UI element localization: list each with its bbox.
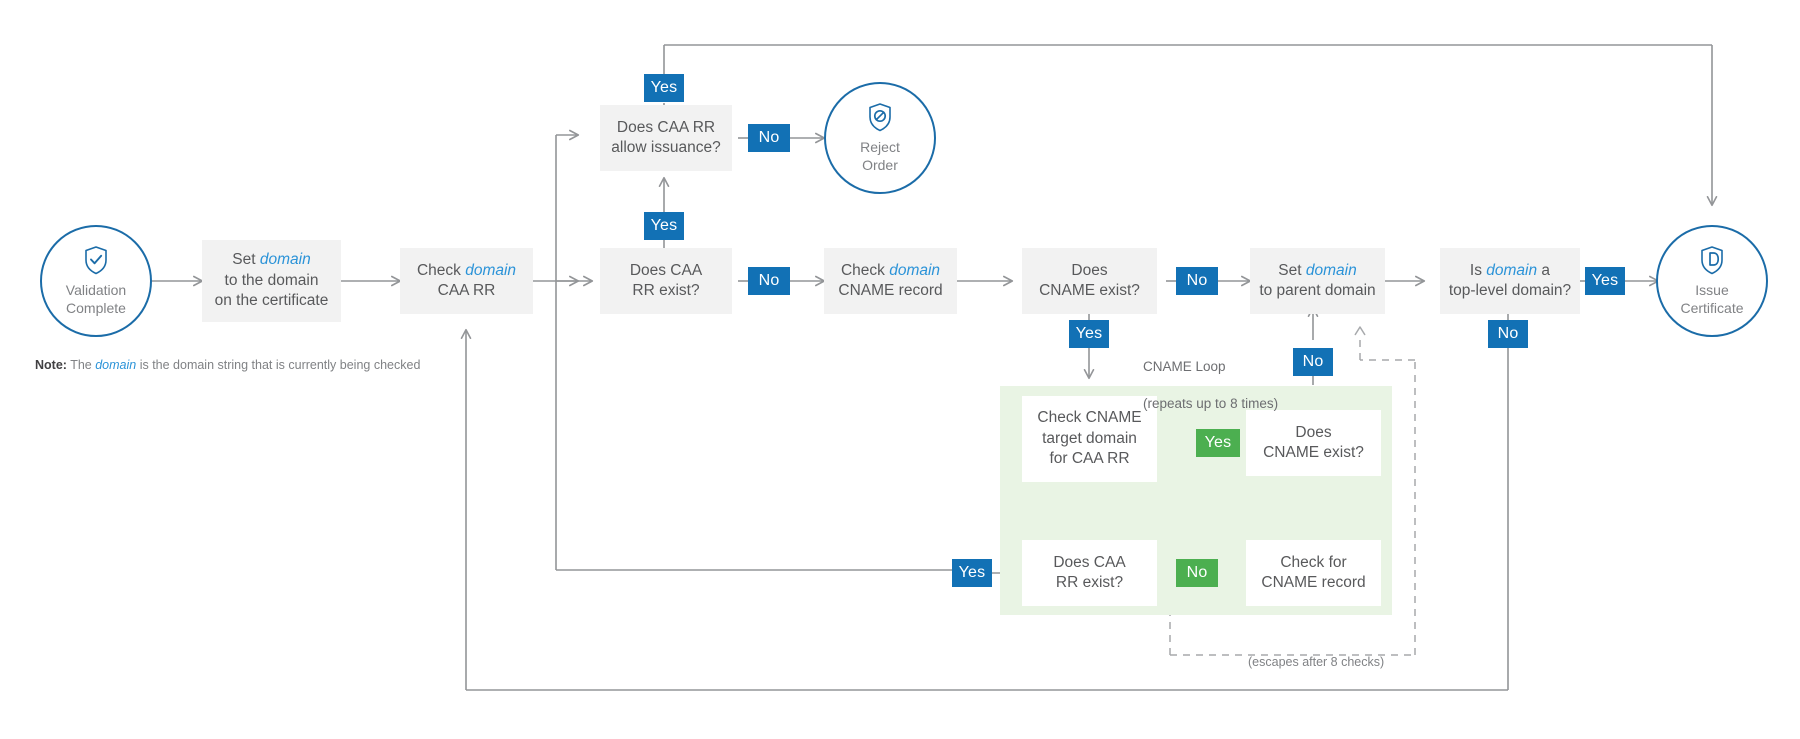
domain-emphasis: domain	[889, 261, 941, 279]
node-label: to the domain	[224, 271, 319, 289]
node-reject-order[interactable]: Reject Order	[824, 82, 936, 194]
node-label: Check CNAME	[1037, 409, 1142, 427]
node-label: Reject	[860, 138, 900, 155]
node-check-domain-cname-record[interactable]: Check domain CNAME record	[824, 248, 957, 314]
caption-line-2: (repeats up to 8 times)	[1143, 395, 1279, 411]
node-set-domain-to-parent[interactable]: Set domain to parent domain	[1250, 248, 1385, 314]
note-text-after: is the domain string that is currently b…	[136, 358, 421, 372]
node-label: Complete	[66, 300, 126, 316]
node-label: Does	[1071, 261, 1108, 279]
edge-label-loop-caa-exist-yes: Yes	[952, 559, 992, 587]
cname-loop-caption: CNAME Loop (repeats up to 8 times)	[1128, 340, 1278, 431]
node-label: Validation	[65, 281, 127, 298]
node-issue-certificate[interactable]: Issue Certificate	[1656, 225, 1768, 337]
node-label: Check for	[1280, 553, 1347, 571]
node-label: on the certificate	[214, 292, 329, 310]
edge-label-is-tld-no: No	[1488, 320, 1528, 348]
node-loop-does-caa-rr-exist[interactable]: Does CAA RR exist?	[1022, 540, 1157, 606]
node-label: Order	[862, 157, 898, 173]
node-label: Issue	[1695, 281, 1729, 298]
edge-label-set-parent-no: No	[1293, 348, 1333, 376]
domain-emphasis: domain	[1486, 261, 1538, 279]
shield-check-icon	[83, 245, 109, 275]
node-validation-complete[interactable]: Validation Complete	[40, 225, 152, 337]
flowchart-canvas: does CAA RR allow issuance --> check dom…	[0, 0, 1800, 739]
note-text-before: The	[66, 358, 96, 372]
node-label: CNAME record	[1261, 574, 1366, 591]
node-label: to parent domain	[1259, 282, 1376, 299]
node-label: CNAME record	[838, 282, 943, 299]
node-check-domain-caa-rr[interactable]: Check domain CAA RR	[400, 248, 533, 314]
node-label: top-level domain?	[1448, 282, 1572, 299]
node-label: Does CAA	[629, 261, 703, 279]
edge-label-caa-exist-yes: Yes	[644, 212, 684, 240]
node-is-top-level-domain[interactable]: Is domain a top-level domain?	[1440, 248, 1580, 314]
edge-label-allow-issuance-no: No	[748, 124, 790, 152]
domain-emphasis: domain	[95, 358, 137, 372]
edge-label-cname-exist-no: No	[1176, 267, 1218, 295]
node-label: RR exist?	[632, 282, 700, 299]
node-label: Set	[232, 251, 260, 269]
node-label: Does CAA	[1053, 553, 1126, 571]
node-label: Check	[416, 261, 466, 279]
node-label: for CAA RR	[1049, 450, 1130, 468]
node-label: Certificate	[1680, 300, 1744, 316]
node-label: CNAME exist?	[1263, 444, 1364, 461]
edge-label-is-tld-yes: Yes	[1585, 267, 1625, 295]
node-label: Check	[840, 261, 890, 279]
edge-label-cname-exist-yes: Yes	[1069, 320, 1109, 348]
node-does-caa-rr-exist[interactable]: Does CAA RR exist?	[600, 248, 732, 314]
node-label: Is	[1469, 261, 1487, 279]
edge-label-loop-cname-exist-yes: Yes	[1196, 429, 1240, 457]
domain-emphasis: domain	[465, 261, 517, 279]
node-loop-check-for-cname-record[interactable]: Check for CNAME record	[1246, 540, 1381, 606]
shield-deny-icon	[867, 102, 893, 132]
node-does-cname-exist[interactable]: Does CNAME exist?	[1022, 248, 1157, 314]
node-set-domain-to-certificate[interactable]: Set domain to the domain on the certific…	[202, 240, 341, 322]
diagram-note: Note: The domain is the domain string th…	[35, 358, 420, 372]
node-label: CNAME exist?	[1039, 282, 1140, 299]
node-label: Does CAA RR	[616, 118, 716, 136]
node-does-caa-rr-allow-issuance[interactable]: Does CAA RR allow issuance?	[600, 105, 732, 171]
edge-label-allow-issuance-yes: Yes	[644, 74, 684, 102]
domain-emphasis: domain	[259, 251, 311, 269]
node-label: allow issuance?	[611, 139, 721, 156]
caption-line-1: CNAME Loop	[1143, 359, 1226, 375]
note-prefix: Note:	[35, 358, 67, 372]
edge-label-loop-caa-exist-no: No	[1176, 559, 1218, 587]
edge-label-caa-exist-no: No	[748, 267, 790, 295]
node-label: Set	[1278, 261, 1306, 279]
shield-cert-icon	[1699, 245, 1725, 275]
escape-caption: (escapes after 8 checks)	[1248, 655, 1385, 669]
node-label: a	[1537, 261, 1551, 279]
domain-emphasis: domain	[1305, 261, 1357, 279]
node-label: target domain	[1042, 429, 1137, 447]
node-label: RR exist?	[1055, 574, 1124, 591]
node-label: Does	[1295, 423, 1332, 441]
node-label: CAA RR	[437, 282, 496, 299]
